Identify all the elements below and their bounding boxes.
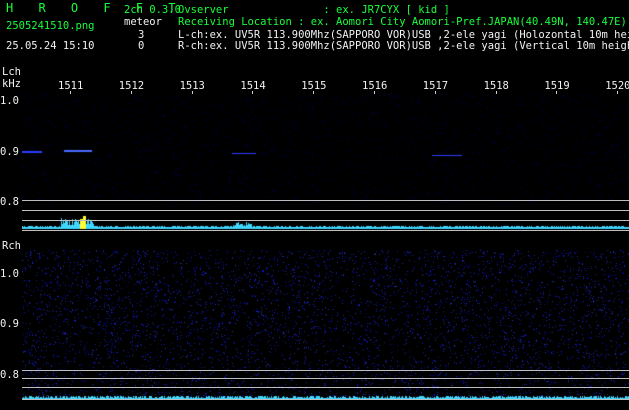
lch-unit: kHz: [2, 78, 21, 90]
rch-ytick-0.8: 0.8: [0, 369, 19, 381]
app-version: 2ch 0.3.0: [124, 4, 181, 16]
rch-label: Rch: [2, 240, 21, 252]
rch-info-line: R-ch:ex. UV5R 113.900Mhz(SAPPORO VOR)USB…: [178, 40, 629, 52]
rch-baseline: [22, 399, 629, 400]
file-name: 2505241510.png: [6, 20, 95, 32]
rch-line-b: [22, 378, 629, 379]
rch-line-c: [22, 387, 629, 388]
lch-ytick-1.0: 1.0: [0, 95, 19, 107]
lch-baseline: [22, 230, 629, 231]
meteor-count-rch: 0: [138, 40, 145, 52]
rch-ytick-1.0: 1.0: [0, 268, 19, 280]
lch-line-c: [22, 220, 629, 221]
lch-line-a: [22, 200, 629, 201]
rch-line-a: [22, 370, 629, 371]
lch-spectrogram: [22, 94, 629, 232]
lch-label: Lch: [2, 66, 21, 78]
date-time: 25.05.24 15:10: [6, 40, 95, 52]
observer-line: Ovserver : ex. JR7CYX [ kid ]: [178, 4, 450, 16]
lch-ytick-0.8: 0.8: [0, 196, 19, 208]
rch-ytick-0.9: 0.9: [0, 318, 19, 330]
location-line: Receiving Location : ex. Aomori City Aom…: [178, 16, 627, 28]
meteor-label: meteor: [124, 16, 162, 28]
lch-ytick-0.9: 0.9: [0, 146, 19, 158]
lch-line-b: [22, 210, 629, 211]
